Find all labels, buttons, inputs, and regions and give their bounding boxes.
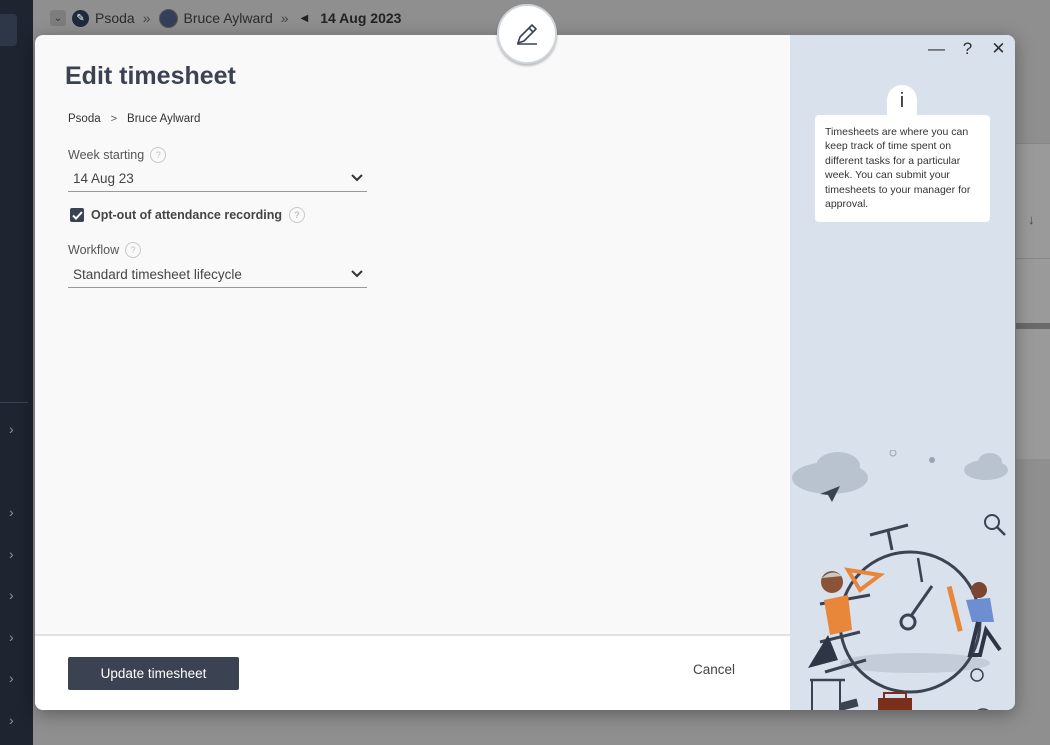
top-breadcrumb: ⌄ ✎ Psoda » Bruce Aylward » ◀ 14 Aug 202… <box>50 6 401 30</box>
dialog-footer: Update timesheet Cancel <box>35 634 790 710</box>
background-panel <box>1016 143 1050 259</box>
chevron-down-icon <box>351 270 363 278</box>
chevron-right-icon[interactable]: › <box>9 422 21 436</box>
week-starting-select[interactable]: 14 Aug 23 <box>68 165 367 192</box>
help-icon[interactable]: ? <box>150 147 167 163</box>
opt-out-checkbox[interactable] <box>70 208 84 222</box>
checkmark-icon <box>71 210 83 220</box>
edit-timesheet-dialog: Edit timesheet Psoda > Bruce Aylward Wee… <box>35 35 1015 710</box>
dialog-breadcrumb: Psoda > Bruce Aylward <box>68 113 200 125</box>
update-timesheet-button[interactable]: Update timesheet <box>68 657 239 690</box>
opt-out-row: Opt-out of attendance recording ? <box>70 207 305 223</box>
breadcrumb-date[interactable]: 14 Aug 2023 <box>320 10 401 26</box>
workflow-select[interactable]: Standard timesheet lifecycle <box>68 261 367 288</box>
dialog-title: Edit timesheet <box>65 62 236 90</box>
app-sidebar: › › › › › › › <box>0 0 33 745</box>
chevron-right-icon[interactable]: › <box>9 671 21 685</box>
double-chevron-icon: » <box>142 10 151 26</box>
sort-down-icon[interactable]: ↓ <box>1028 212 1035 227</box>
chevron-right-icon[interactable]: › <box>9 505 21 519</box>
psoda-logo-icon: ✎ <box>72 9 89 27</box>
window-controls: — ? ✕ <box>928 39 1007 59</box>
breadcrumb-user[interactable]: Bruce Aylward <box>184 10 273 26</box>
opt-out-label[interactable]: Opt-out of attendance recording <box>91 208 282 222</box>
chevron-right-icon[interactable]: › <box>9 588 21 602</box>
chevron-right-icon[interactable]: › <box>9 630 21 644</box>
avatar <box>158 8 178 28</box>
info-icon: i <box>887 85 917 117</box>
background-panel <box>1016 258 1050 459</box>
cancel-button[interactable]: Cancel <box>693 662 735 677</box>
chevron-down-icon <box>351 174 363 182</box>
minimize-icon[interactable]: — <box>928 39 945 59</box>
breadcrumb-item[interactable]: Psoda <box>68 113 101 125</box>
week-starting-label: Week starting ? <box>68 147 167 163</box>
background-scrollbar <box>1016 323 1050 329</box>
sidebar-selected-item[interactable] <box>0 14 17 46</box>
workflow-label: Workflow ? <box>68 242 142 258</box>
help-icon[interactable]: ? <box>125 242 142 258</box>
help-icon[interactable]: ? <box>288 207 305 223</box>
chevron-right-icon[interactable]: › <box>9 713 21 727</box>
week-starting-value: 14 Aug 23 <box>73 170 134 186</box>
close-icon[interactable]: ✕ <box>990 39 1007 59</box>
chevron-right-icon[interactable]: › <box>9 547 21 561</box>
week-starting-label-text: Week starting <box>68 148 145 162</box>
stopwatch-illustration <box>792 450 1008 710</box>
chevron-down-icon[interactable]: ⌄ <box>50 10 66 26</box>
help-icon[interactable]: ? <box>959 39 976 59</box>
sidebar-divider <box>0 402 28 403</box>
previous-week-icon[interactable]: ◀ <box>301 13 309 24</box>
double-chevron-icon: » <box>280 10 289 26</box>
breadcrumb-org[interactable]: Psoda <box>95 10 135 26</box>
breadcrumb-item[interactable]: Bruce Aylward <box>127 113 200 125</box>
info-side-panel: — ? ✕ i Timesheets are where you can kee… <box>790 35 1015 710</box>
workflow-label-text: Workflow <box>68 243 120 257</box>
info-text: Timesheets are where you can keep track … <box>815 115 990 222</box>
edit-pencil-icon <box>497 4 557 64</box>
chevron-right-icon: > <box>110 113 118 125</box>
workflow-value: Standard timesheet lifecycle <box>73 266 242 282</box>
